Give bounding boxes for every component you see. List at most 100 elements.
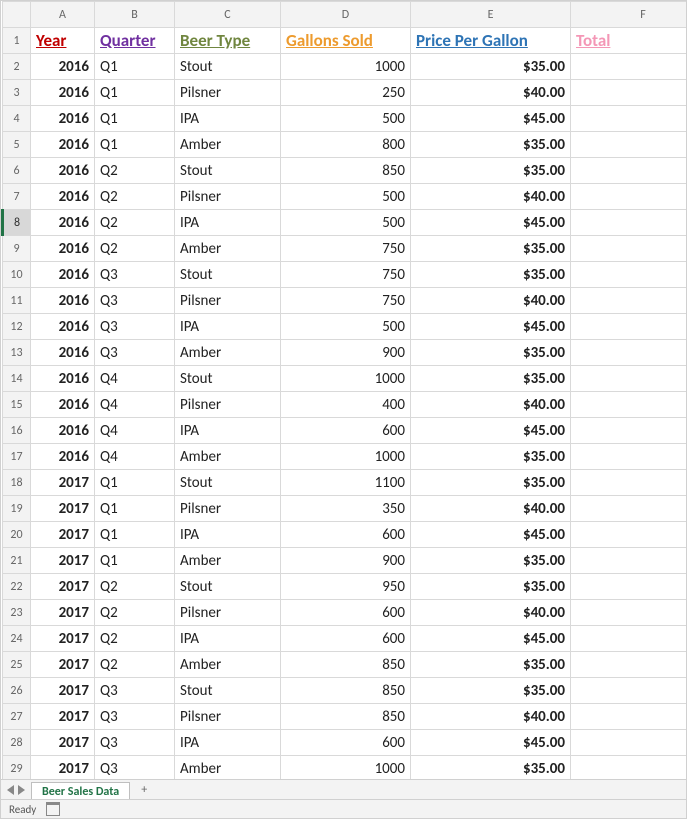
cell-gallons-sold[interactable]: 500 [281, 184, 411, 210]
cell-year[interactable]: 2017 [31, 470, 95, 496]
cell-gallons-sold[interactable]: 600 [281, 418, 411, 444]
cell-beer-type[interactable]: Stout [175, 54, 281, 80]
cell-total[interactable] [571, 548, 687, 574]
cell-price-per-gallon[interactable]: $45.00 [411, 626, 571, 652]
cell-total[interactable] [571, 600, 687, 626]
cell-price-per-gallon[interactable]: $40.00 [411, 392, 571, 418]
col-header-C[interactable]: C [175, 2, 281, 28]
row-header[interactable]: 13 [3, 340, 31, 366]
cell-quarter[interactable]: Q4 [95, 444, 175, 470]
row-header[interactable]: 23 [3, 600, 31, 626]
cell-total[interactable] [571, 210, 687, 236]
cell-gallons-sold[interactable]: 250 [281, 80, 411, 106]
cell-year[interactable]: 2017 [31, 522, 95, 548]
cell-gallons-sold[interactable]: 1000 [281, 54, 411, 80]
cell-total[interactable] [571, 704, 687, 730]
cell-year[interactable]: 2016 [31, 340, 95, 366]
cell-year[interactable]: 2017 [31, 652, 95, 678]
row-header[interactable]: 5 [3, 132, 31, 158]
cell-quarter[interactable]: Q4 [95, 366, 175, 392]
cell-quarter[interactable]: Q1 [95, 54, 175, 80]
row-header[interactable]: 24 [3, 626, 31, 652]
cell-year[interactable]: 2017 [31, 704, 95, 730]
row-header[interactable]: 19 [3, 496, 31, 522]
cell-price-per-gallon[interactable]: $35.00 [411, 574, 571, 600]
cell-gallons-sold[interactable]: 950 [281, 574, 411, 600]
cell-quarter[interactable]: Q1 [95, 80, 175, 106]
cell-total[interactable] [571, 418, 687, 444]
cell-price-per-gallon[interactable]: $35.00 [411, 756, 571, 781]
cell-total[interactable] [571, 184, 687, 210]
row-header[interactable]: 17 [3, 444, 31, 470]
cell-beer-type[interactable]: Stout [175, 574, 281, 600]
cell-gallons-sold[interactable]: 500 [281, 314, 411, 340]
cell-beer-type[interactable]: Stout [175, 366, 281, 392]
cell-total[interactable] [571, 106, 687, 132]
cell-beer-type[interactable]: Amber [175, 652, 281, 678]
cell-beer-type[interactable]: Stout [175, 678, 281, 704]
cell-quarter[interactable]: Q2 [95, 626, 175, 652]
cell-quarter[interactable]: Q3 [95, 340, 175, 366]
cell-year[interactable]: 2017 [31, 600, 95, 626]
cell-total[interactable] [571, 158, 687, 184]
row-header[interactable]: 1 [3, 28, 31, 54]
cell-beer-type[interactable]: Pilsner [175, 184, 281, 210]
cell-total[interactable] [571, 626, 687, 652]
cell-quarter[interactable]: Q3 [95, 730, 175, 756]
cell-year[interactable]: 2016 [31, 314, 95, 340]
cell-total[interactable] [571, 54, 687, 80]
cell-quarter[interactable]: Q1 [95, 106, 175, 132]
cell-gallons-sold[interactable]: 600 [281, 600, 411, 626]
cell-beer-type[interactable]: Pilsner [175, 704, 281, 730]
cell-quarter[interactable]: Q2 [95, 236, 175, 262]
cell-beer-type[interactable]: Amber [175, 756, 281, 781]
cell-price-per-gallon[interactable]: $35.00 [411, 548, 571, 574]
col-header-F[interactable]: F [571, 2, 687, 28]
col-header-D[interactable]: D [281, 2, 411, 28]
cell-year[interactable]: 2017 [31, 756, 95, 781]
cell-gallons-sold[interactable]: 750 [281, 262, 411, 288]
cell-total[interactable] [571, 574, 687, 600]
row-header[interactable]: 11 [3, 288, 31, 314]
row-header[interactable]: 21 [3, 548, 31, 574]
row-header[interactable]: 16 [3, 418, 31, 444]
cell-year[interactable]: 2017 [31, 626, 95, 652]
row-header[interactable]: 29 [3, 756, 31, 781]
cell-year[interactable]: 2017 [31, 574, 95, 600]
grid-area[interactable]: A B C D E F 1YearQuarterBeer TypeGallons… [1, 1, 686, 780]
cell-beer-type[interactable]: Pilsner [175, 392, 281, 418]
cell-price-per-gallon[interactable]: $45.00 [411, 418, 571, 444]
row-header[interactable]: 15 [3, 392, 31, 418]
cell-price-per-gallon[interactable]: $40.00 [411, 184, 571, 210]
tab-prev-icon[interactable] [7, 785, 14, 795]
header-cell-E[interactable]: Price Per Gallon [411, 28, 571, 54]
cell-price-per-gallon[interactable]: $35.00 [411, 236, 571, 262]
cell-price-per-gallon[interactable]: $40.00 [411, 80, 571, 106]
row-header[interactable]: 9 [3, 236, 31, 262]
cell-quarter[interactable]: Q1 [95, 522, 175, 548]
cell-price-per-gallon[interactable]: $35.00 [411, 652, 571, 678]
cell-total[interactable] [571, 366, 687, 392]
cell-year[interactable]: 2016 [31, 444, 95, 470]
header-cell-A[interactable]: Year [31, 28, 95, 54]
cell-quarter[interactable]: Q2 [95, 600, 175, 626]
cell-price-per-gallon[interactable]: $45.00 [411, 106, 571, 132]
col-header-A[interactable]: A [31, 2, 95, 28]
cell-gallons-sold[interactable]: 850 [281, 158, 411, 184]
cell-price-per-gallon[interactable]: $35.00 [411, 132, 571, 158]
cell-beer-type[interactable]: IPA [175, 314, 281, 340]
cell-gallons-sold[interactable]: 500 [281, 106, 411, 132]
cell-quarter[interactable]: Q3 [95, 314, 175, 340]
cell-quarter[interactable]: Q1 [95, 548, 175, 574]
row-header[interactable]: 12 [3, 314, 31, 340]
cell-year[interactable]: 2016 [31, 288, 95, 314]
cell-quarter[interactable]: Q1 [95, 470, 175, 496]
cell-year[interactable]: 2016 [31, 236, 95, 262]
cell-gallons-sold[interactable]: 750 [281, 236, 411, 262]
cell-year[interactable]: 2016 [31, 106, 95, 132]
cell-beer-type[interactable]: Amber [175, 236, 281, 262]
cell-year[interactable]: 2016 [31, 418, 95, 444]
cell-year[interactable]: 2017 [31, 496, 95, 522]
cell-price-per-gallon[interactable]: $40.00 [411, 600, 571, 626]
cell-total[interactable] [571, 288, 687, 314]
